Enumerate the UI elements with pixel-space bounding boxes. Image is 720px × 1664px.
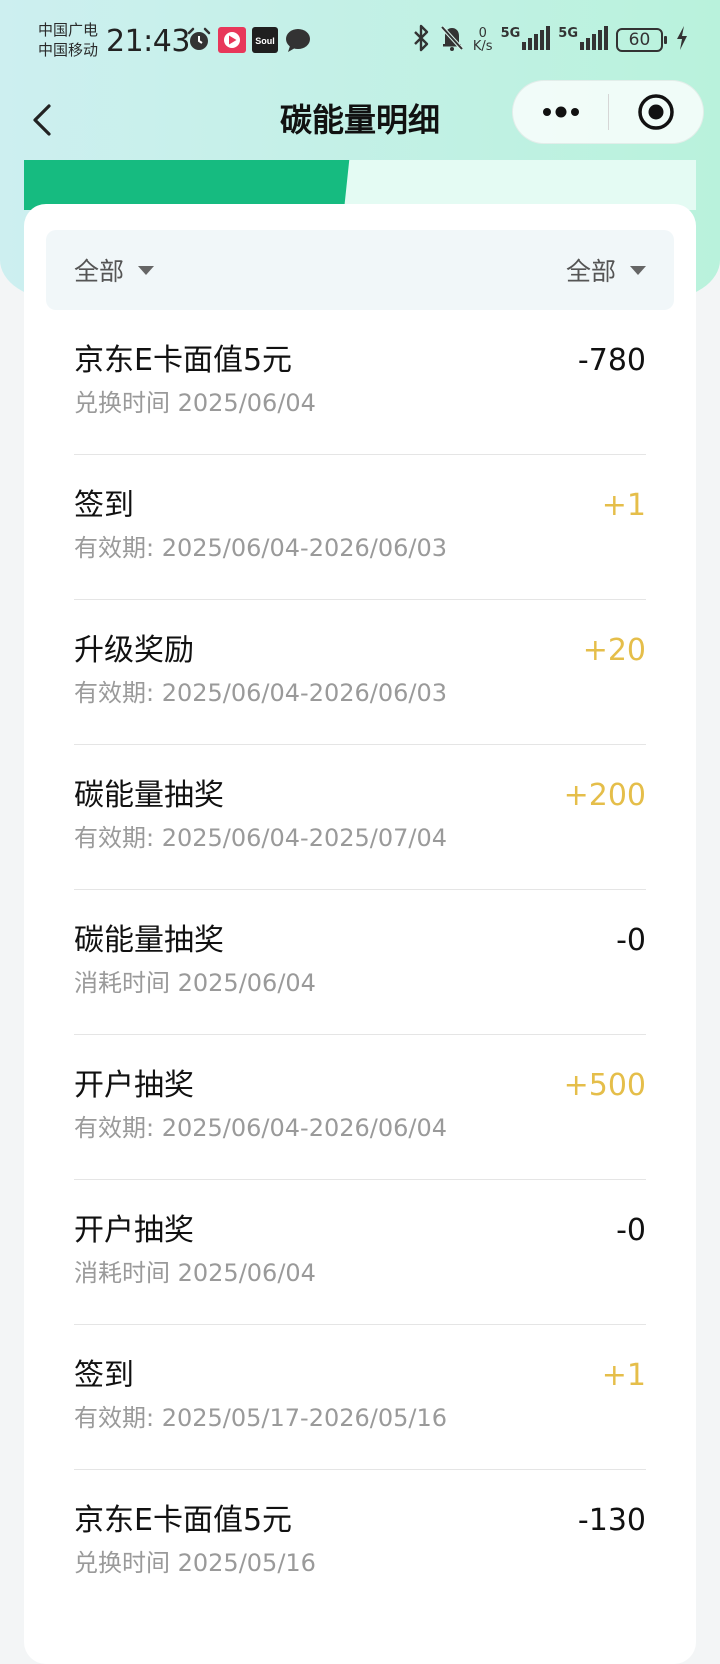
banner-remnant: [24, 160, 696, 210]
battery-icon: 60: [616, 28, 668, 52]
status-bar: 中国广电 中国移动 21:43 Soul 0 K/s 5G 5G 60: [0, 0, 720, 80]
record-amount: -0: [616, 1213, 646, 1248]
list-item: 签到 有效期: 2025/05/17-2026/05/16 +1: [74, 1325, 646, 1470]
record-title: 签到: [74, 488, 134, 523]
record-title: 开户抽奖: [74, 1068, 194, 1103]
record-subtitle: 兑换时间 2025/05/16: [74, 1549, 316, 1577]
record-amount: +500: [563, 1068, 646, 1103]
record-title: 签到: [74, 1358, 134, 1393]
list-item: 京东E卡面值5元 兑换时间 2025/06/04 -780: [74, 310, 646, 455]
carrier-names: 中国广电 中国移动: [38, 20, 98, 60]
record-amount: -780: [577, 343, 646, 378]
notification-icons: Soul: [186, 27, 312, 57]
record-subtitle: 消耗时间 2025/06/04: [74, 1259, 316, 1287]
carrier-1: 中国广电: [38, 21, 99, 39]
caret-down-icon: [138, 265, 155, 275]
caret-down-icon: [630, 265, 646, 275]
list-item: 签到 有效期: 2025/06/04-2026/06/03 +1: [74, 455, 646, 600]
signal-group-2: 5G: [558, 26, 608, 54]
record-amount: +1: [601, 488, 646, 523]
records-list: 京东E卡面值5元 兑换时间 2025/06/04 -780 签到 有效期: 20…: [74, 310, 646, 1615]
filter-bar: 全部 全部: [46, 230, 674, 310]
record-title: 京东E卡面值5元: [74, 1503, 293, 1538]
chat-bubble-icon: [284, 27, 312, 57]
signal-icon: [522, 26, 551, 54]
signal-icon: [580, 26, 608, 54]
record-subtitle: 有效期: 2025/06/04-2026/06/03: [74, 534, 448, 562]
signal-1-label: 5G: [500, 26, 521, 41]
record-title: 碳能量抽奖: [74, 923, 224, 958]
list-item: 碳能量抽奖 有效期: 2025/06/04-2025/07/04 +200: [74, 745, 646, 890]
carrier-2: 中国移动: [38, 41, 99, 59]
bluetooth-icon: [411, 24, 431, 56]
target-close-icon: [638, 94, 674, 130]
record-subtitle: 兑换时间 2025/06/04: [74, 389, 316, 417]
mute-bell-icon: [439, 24, 465, 56]
type-filter-dropdown[interactable]: 全部: [74, 230, 155, 310]
time-filter-dropdown[interactable]: 全部: [566, 230, 646, 310]
banner-green-block: [24, 160, 364, 210]
list-item: 升级奖励 有效期: 2025/06/04-2026/06/03 +20: [74, 600, 646, 745]
status-time: 21:43: [106, 24, 190, 59]
list-item: 开户抽奖 有效期: 2025/06/04-2026/06/04 +500: [74, 1035, 646, 1180]
video-app-icon: [218, 27, 246, 57]
record-amount: +20: [582, 633, 646, 668]
more-dots-icon: [542, 106, 579, 118]
time-filter-label: 全部: [565, 257, 616, 286]
records-card: 全部 全部 京东E卡面值5元 兑换时间 2025/06/04 -780 签到 有…: [24, 204, 696, 1664]
list-item: 碳能量抽奖 消耗时间 2025/06/04 -0: [74, 890, 646, 1035]
net-speed: 0 K/s: [473, 27, 493, 53]
record-title: 升级奖励: [74, 633, 194, 668]
type-filter-label: 全部: [74, 257, 125, 286]
more-button[interactable]: [513, 80, 608, 144]
list-item: 开户抽奖 消耗时间 2025/06/04 -0: [74, 1180, 646, 1325]
net-speed-unit: K/s: [472, 39, 493, 54]
miniprogram-capsule: [512, 80, 704, 144]
system-icons: 0 K/s 5G 5G 60: [411, 24, 688, 56]
record-subtitle: 消耗时间 2025/06/04: [74, 969, 316, 997]
battery-level: 60: [628, 30, 651, 50]
record-title: 京东E卡面值5元: [74, 343, 293, 378]
list-item: 京东E卡面值5元 兑换时间 2025/05/16 -130: [74, 1470, 646, 1615]
banner-light-block: [344, 160, 696, 210]
navigation-bar: 碳能量明细: [0, 80, 720, 160]
soul-app-icon: Soul: [252, 27, 278, 57]
record-subtitle: 有效期: 2025/05/17-2026/05/16: [74, 1404, 448, 1432]
signal-2-label: 5G: [558, 26, 578, 41]
record-amount: -130: [577, 1503, 646, 1538]
record-amount: +200: [563, 778, 646, 813]
charging-icon: [676, 26, 688, 54]
svg-text:Soul: Soul: [255, 36, 275, 46]
record-subtitle: 有效期: 2025/06/04-2026/06/04: [74, 1114, 448, 1142]
signal-group-1: 5G: [501, 26, 551, 54]
record-title: 碳能量抽奖: [74, 778, 224, 813]
record-title: 开户抽奖: [74, 1213, 194, 1248]
record-amount: +1: [601, 1358, 646, 1393]
close-button[interactable]: [609, 80, 703, 144]
record-subtitle: 有效期: 2025/06/04-2026/06/03: [74, 679, 448, 707]
alarm-icon: [186, 27, 212, 57]
record-amount: -0: [616, 923, 646, 958]
record-subtitle: 有效期: 2025/06/04-2025/07/04: [74, 824, 448, 852]
